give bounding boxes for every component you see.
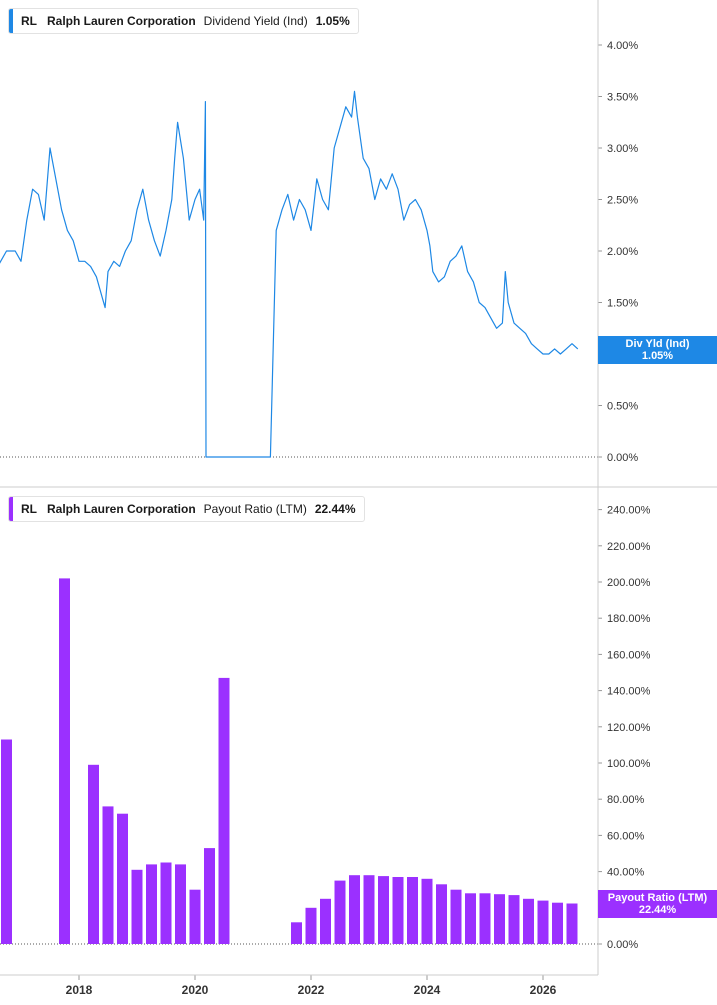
y-tick-label: 2.50% [607,195,638,207]
y-tick-label: 80.00% [607,794,645,806]
y-tick-label: 2.00% [607,246,638,258]
payout-ratio-bar [436,884,447,944]
dividend-yield-legend: RL Ralph Lauren Corporation Dividend Yie… [8,8,359,34]
payout-ratio-bar [479,893,491,944]
y-tick-label: 1.50% [607,298,638,310]
payout-ratio-bar [175,864,186,944]
x-tick-label: 2018 [66,983,93,997]
payout-ratio-bar [160,862,172,944]
y-tick-label: 120.00% [607,722,651,734]
y-tick-label: 100.00% [607,758,651,770]
x-tick-label: 2020 [182,983,209,997]
payout-ratio-bar [88,764,99,944]
y-tick-label: 0.50% [607,401,638,413]
payout-ratio-bar [320,898,331,945]
payout-ratio-bar [218,677,230,944]
legend-company: Ralph Lauren Corporation [47,502,196,516]
payout-ratio-bar [552,902,563,944]
y-tick-label: 3.00% [607,143,638,155]
x-tick-label: 2026 [530,983,557,997]
payout-ratio-bar [349,875,360,944]
payout-ratio-bar [378,876,389,944]
legend-metric: Dividend Yield (Ind) [203,14,308,28]
y-tick-label: 40.00% [607,867,645,879]
y-tick-label: 160.00% [607,649,651,661]
dividend-yield-line [0,90,579,458]
payout-ratio-bar [291,922,302,944]
payout-ratio-bar [450,889,462,944]
flag-label: Div Yld (Ind) [625,338,690,350]
y-tick-label: 220.00% [607,541,651,553]
payout-ratio-bar [131,869,143,944]
payout-ratio-bar [59,578,70,944]
payout-ratio-bar [421,878,433,944]
payout-ratio-bar [494,894,505,944]
payout-ratio-bar [537,900,549,944]
series-color-swatch [9,497,13,521]
flag-value: 1.05% [641,350,674,362]
y-tick-label: 200.00% [607,577,651,589]
dividend-yield-panel: 0.00%0.50%1.00%1.50%2.00%2.50%3.00%3.50%… [0,40,638,464]
x-tick-label: 2024 [414,983,441,997]
y-tick-label: 140.00% [607,686,651,698]
payout-ratio-bar [189,889,201,944]
y-tick-label: 0.00% [607,452,638,464]
x-axis: 2018 2020 2022 2024 2026 [66,975,557,997]
x-tick-label: 2022 [298,983,325,997]
payout-ratio-value-flag: Payout Ratio (LTM) 22.44% [598,890,717,918]
payout-ratio-bar [334,880,346,944]
payout-ratio-bar [523,898,534,945]
y-tick-label: 180.00% [607,613,651,625]
payout-ratio-bar [392,877,404,944]
dividend-yield-value-flag: Div Yld (Ind) 1.05% [598,336,717,364]
y-tick-label: 0.00% [607,939,638,951]
payout-ratio-bar [508,895,520,944]
payout-ratio-bar [204,848,215,944]
flag-label: Payout Ratio (LTM) [607,892,708,904]
payout-ratio-bar [363,875,375,944]
y-tick-label: 60.00% [607,830,645,842]
legend-company: Ralph Lauren Corporation [47,14,196,28]
payout-ratio-bar [305,907,317,944]
legend-ticker: RL [21,502,37,516]
payout-ratio-bar [102,806,114,944]
legend-value: 1.05% [315,14,350,28]
legend-metric: Payout Ratio (LTM) [203,502,307,516]
y-tick-label: 240.00% [607,505,651,517]
y-tick-label: 4.00% [607,40,638,52]
y-tick-label: 3.50% [607,92,638,104]
payout-ratio-legend: RL Ralph Lauren Corporation Payout Ratio… [8,496,365,522]
payout-ratio-bar [1,739,12,944]
legend-ticker: RL [21,14,37,28]
payout-ratio-bar [465,893,476,944]
payout-ratio-panel: 0.00%20.00%40.00%60.00%80.00%100.00%120.… [0,505,651,951]
payout-ratio-bar [566,903,578,944]
legend-value: 22.44% [314,502,356,516]
flag-value: 22.44% [638,904,677,916]
payout-ratio-bar [117,813,128,944]
payout-ratio-bar [146,864,157,944]
series-color-swatch [9,9,13,33]
payout-ratio-bar [407,877,418,944]
